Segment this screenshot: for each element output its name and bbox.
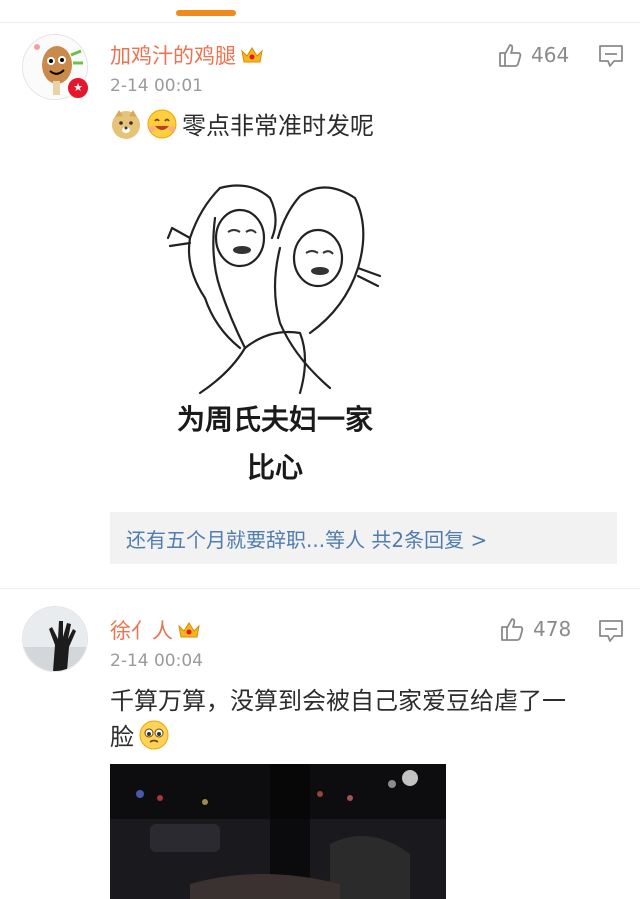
comment-text-line1: 千算万算，没算到会被自己家爱豆给虐了一 [110, 687, 566, 715]
like-count: 478 [533, 617, 572, 641]
timestamp: 2-14 00:01 [110, 76, 203, 96]
meme-caption-line1: 为周氏夫妇一家 [176, 403, 373, 436]
meme-caption-line2: 比心 [246, 451, 303, 484]
night-street-scene [110, 764, 446, 899]
reply-summary-link[interactable]: 还有五个月就要辞职...等人 共2条回复 > [126, 524, 487, 553]
avatar-hand-image [23, 607, 87, 671]
comment-text: 零点非常准时发呢 [110, 106, 374, 146]
reply-summary-box[interactable]: 还有五个月就要辞职...等人 共2条回复 > [110, 512, 617, 564]
comment-icon[interactable] [598, 619, 624, 643]
avatar[interactable] [22, 606, 88, 672]
verified-badge-icon: ★ [66, 76, 90, 100]
username[interactable]: 徐亻人 [110, 615, 201, 645]
vip-crown-icon [178, 622, 200, 638]
like-button[interactable]: 464 [497, 42, 569, 68]
happy-emoji-icon [147, 109, 177, 139]
night-street-photo[interactable] [110, 764, 446, 899]
like-count: 464 [531, 43, 570, 67]
thumbs-up-icon [499, 44, 522, 67]
vip-crown-icon [241, 47, 263, 63]
comment-text-line2: 脸 [110, 717, 174, 757]
thumbs-up-icon [501, 618, 524, 641]
comment-item: 徐亻人 2-14 00:04 478 千算万算，没算到会被自己家爱豆给虐了一 脸 [0, 589, 640, 899]
teary-eyed-emoji-icon [139, 720, 169, 750]
comment-item: ★ 加鸡汁的鸡腿 2-14 00:01 464 零点非常准时发呢 为周氏夫妇一家… [0, 0, 640, 588]
timestamp: 2-14 00:04 [110, 651, 203, 671]
username[interactable]: 加鸡汁的鸡腿 [110, 40, 264, 70]
meme-image[interactable]: 为周氏夫妇一家 比心 [160, 158, 390, 498]
heart-hands-meme-drawing [166, 184, 382, 395]
doge-emoji-icon [112, 110, 140, 139]
comment-icon[interactable] [598, 44, 624, 68]
like-button[interactable]: 478 [499, 616, 571, 642]
